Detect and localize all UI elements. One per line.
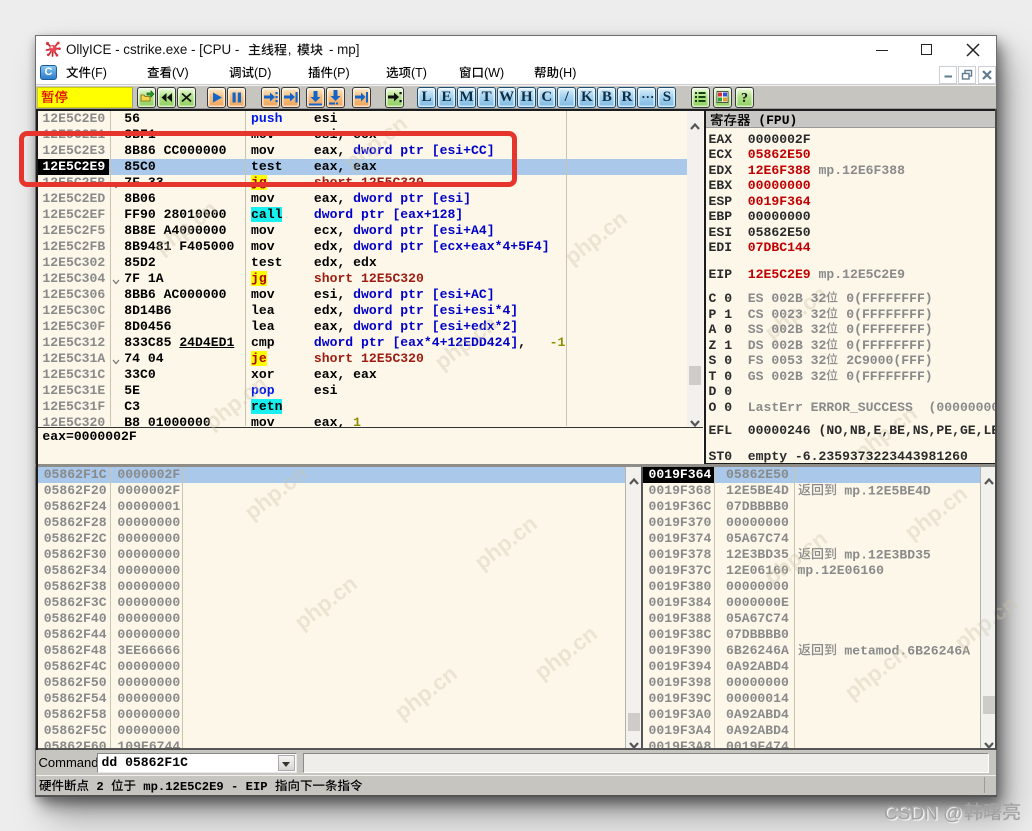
svg-text:?: ?: [741, 91, 748, 106]
